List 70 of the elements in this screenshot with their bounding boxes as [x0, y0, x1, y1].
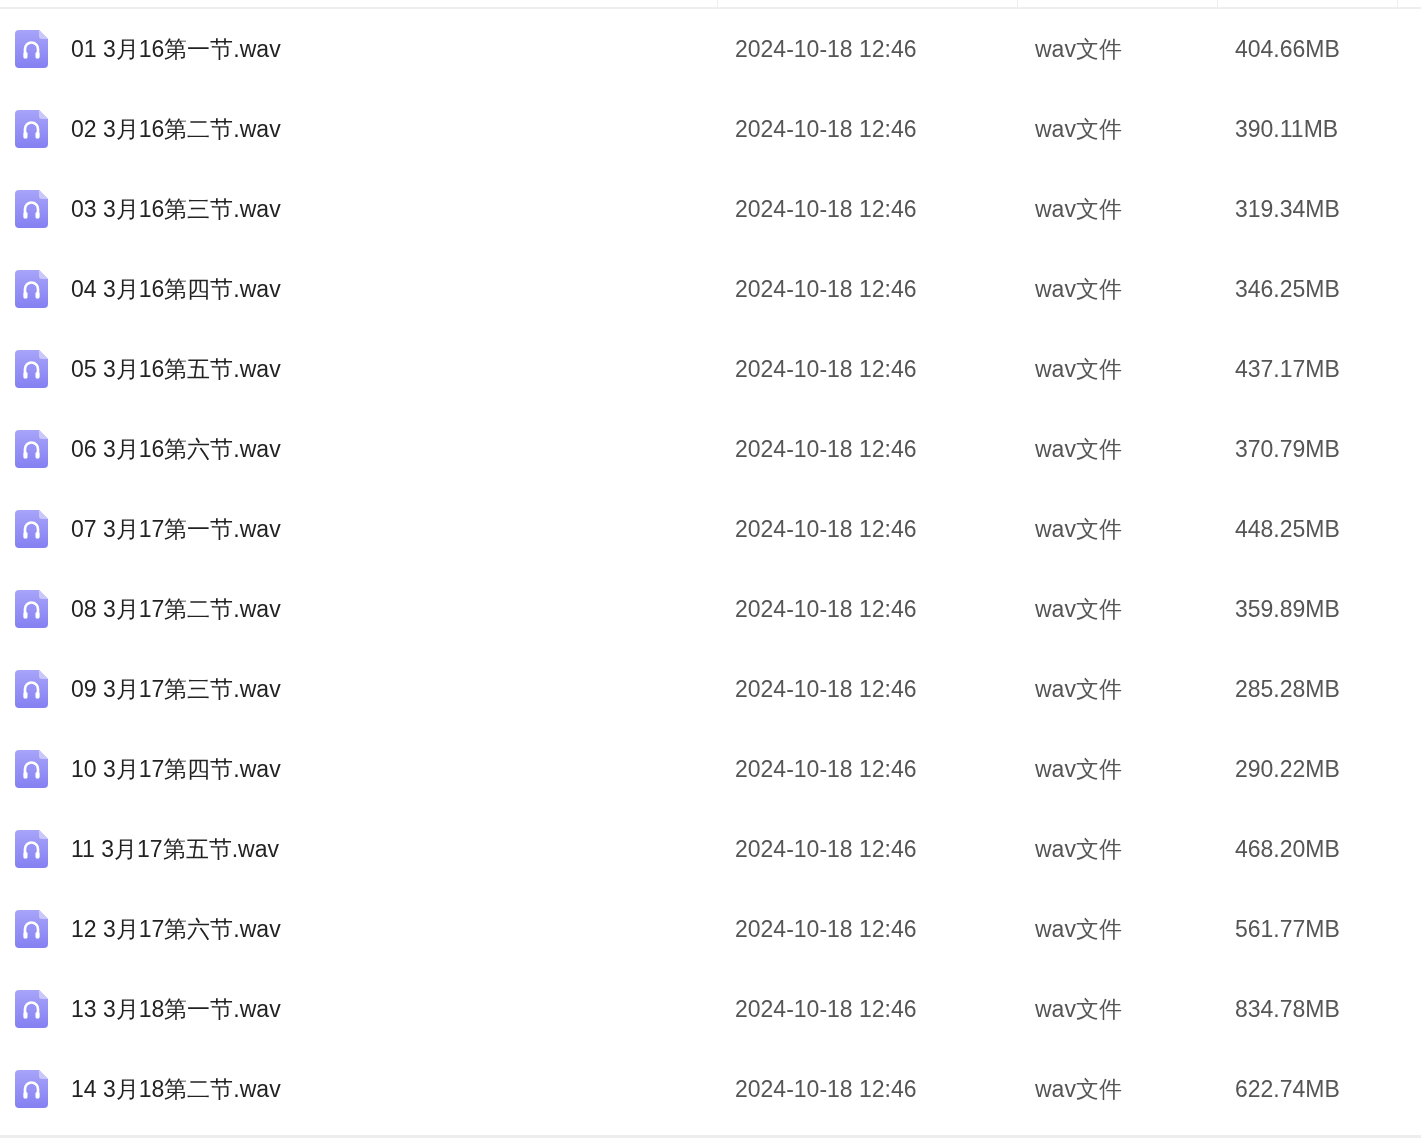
file-size: 404.66MB	[1235, 35, 1341, 63]
audio-file-icon	[15, 350, 48, 388]
file-type: wav文件	[1035, 34, 1123, 64]
file-type: wav文件	[1035, 834, 1123, 864]
modified-date: 2024-10-18 12:46	[735, 115, 918, 143]
audio-file-icon	[15, 270, 48, 308]
file-name[interactable]: 02 3月16第二节.wav	[71, 113, 281, 145]
file-size: 370.79MB	[1235, 435, 1341, 463]
audio-file-icon	[15, 590, 48, 628]
file-name[interactable]: 08 3月17第二节.wav	[71, 593, 281, 625]
file-type: wav文件	[1035, 1074, 1123, 1104]
audio-file-icon	[15, 430, 48, 468]
audio-file-icon	[15, 190, 48, 228]
file-name[interactable]: 09 3月17第三节.wav	[71, 673, 281, 705]
file-size: 285.28MB	[1235, 675, 1341, 703]
file-type: wav文件	[1035, 354, 1123, 384]
file-type: wav文件	[1035, 594, 1123, 624]
file-size: 622.74MB	[1235, 1075, 1341, 1103]
file-size: 346.25MB	[1235, 275, 1341, 303]
modified-date: 2024-10-18 12:46	[735, 35, 918, 63]
file-size: 834.78MB	[1235, 995, 1341, 1023]
file-size: 359.89MB	[1235, 595, 1341, 623]
audio-file-icon	[15, 990, 48, 1028]
file-type: wav文件	[1035, 114, 1123, 144]
file-name[interactable]: 14 3月18第二节.wav	[71, 1073, 281, 1105]
audio-file-icon	[15, 670, 48, 708]
file-name[interactable]: 05 3月16第五节.wav	[71, 353, 281, 385]
modified-date: 2024-10-18 12:46	[735, 595, 918, 623]
file-type: wav文件	[1035, 994, 1123, 1024]
file-name[interactable]: 11 3月17第五节.wav	[71, 833, 279, 865]
modified-date: 2024-10-18 12:46	[735, 835, 918, 863]
file-type: wav文件	[1035, 914, 1123, 944]
file-size: 448.25MB	[1235, 515, 1341, 543]
modified-date: 2024-10-18 12:46	[735, 915, 918, 943]
file-name[interactable]: 13 3月18第一节.wav	[71, 993, 281, 1025]
audio-file-icon	[15, 110, 48, 148]
file-size: 319.34MB	[1235, 195, 1341, 223]
audio-file-icon	[15, 910, 48, 948]
file-size: 437.17MB	[1235, 355, 1341, 383]
file-type: wav文件	[1035, 434, 1123, 464]
file-name[interactable]: 03 3月16第三节.wav	[71, 193, 281, 225]
file-name[interactable]: 10 3月17第四节.wav	[71, 753, 281, 785]
modified-date: 2024-10-18 12:46	[735, 675, 918, 703]
modified-date: 2024-10-18 12:46	[735, 195, 918, 223]
audio-file-icon	[15, 750, 48, 788]
modified-date: 2024-10-18 12:46	[735, 355, 918, 383]
modified-date: 2024-10-18 12:46	[735, 275, 918, 303]
file-name[interactable]: 12 3月17第六节.wav	[71, 913, 281, 945]
audio-file-icon	[15, 30, 48, 68]
file-name[interactable]: 06 3月16第六节.wav	[71, 433, 281, 465]
modified-date: 2024-10-18 12:46	[735, 995, 918, 1023]
audio-file-icon	[15, 830, 48, 868]
file-type: wav文件	[1035, 514, 1123, 544]
file-size: 390.11MB	[1235, 115, 1340, 143]
file-name[interactable]: 07 3月17第一节.wav	[71, 513, 281, 545]
file-size: 468.20MB	[1235, 835, 1341, 863]
file-size: 290.22MB	[1235, 755, 1341, 783]
audio-file-icon	[15, 1070, 48, 1108]
file-type: wav文件	[1035, 754, 1123, 784]
file-name[interactable]: 01 3月16第一节.wav	[71, 33, 281, 65]
file-size: 561.77MB	[1235, 915, 1341, 943]
file-name[interactable]: 04 3月16第四节.wav	[71, 273, 281, 305]
modified-date: 2024-10-18 12:46	[735, 755, 918, 783]
modified-date: 2024-10-18 12:46	[735, 1075, 918, 1103]
file-type: wav文件	[1035, 274, 1123, 304]
audio-file-icon	[15, 510, 48, 548]
file-type: wav文件	[1035, 674, 1123, 704]
file-type: wav文件	[1035, 194, 1123, 224]
modified-date: 2024-10-18 12:46	[735, 515, 918, 543]
modified-date: 2024-10-18 12:46	[735, 435, 918, 463]
